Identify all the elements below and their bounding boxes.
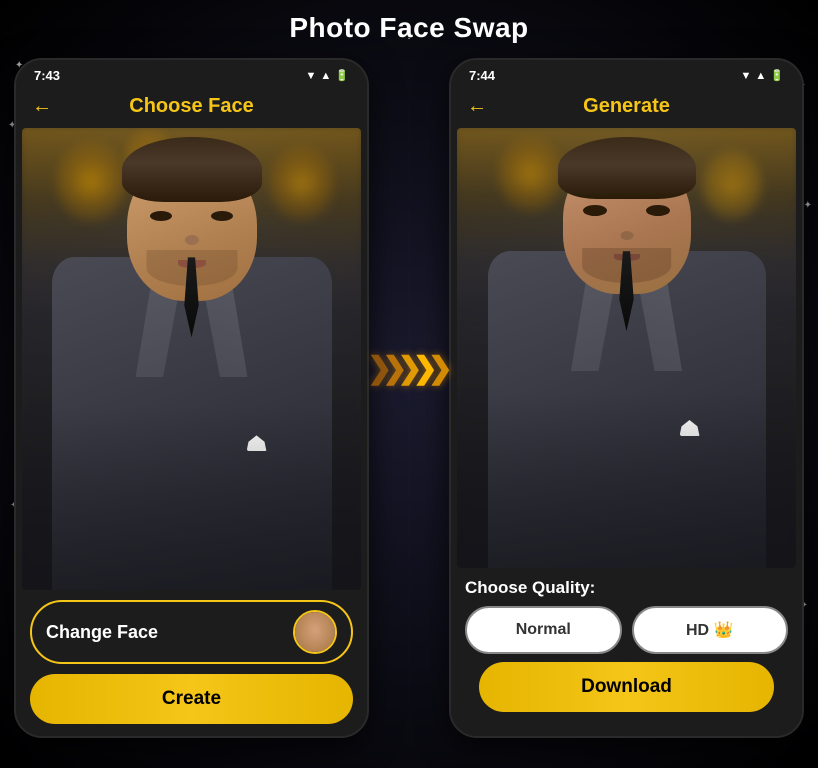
page-title: Photo Face Swap xyxy=(289,12,528,44)
left-bg-photo xyxy=(22,128,361,590)
change-face-button[interactable]: Change Face xyxy=(30,600,353,664)
right-phone-bottom: Download xyxy=(451,662,802,736)
right-status-icons: ▼ ▲ 🔋 xyxy=(741,69,784,82)
phones-container: 7:43 ▼ ▲ 🔋 ← Choose Face xyxy=(14,58,804,738)
signal-icon: ▼ xyxy=(306,70,317,82)
r-nose xyxy=(620,231,633,240)
bokeh-left-1 xyxy=(56,142,126,222)
arrow-container: ❯ ❯ ❯ ❯ ❯ xyxy=(369,351,449,386)
r-battery-icon: 🔋 xyxy=(770,69,784,82)
nose xyxy=(185,235,199,245)
left-back-button[interactable]: ← xyxy=(32,95,52,118)
bottom-fade-1 xyxy=(22,405,361,590)
chevron-3: ❯ xyxy=(397,351,416,386)
r-wifi-icon: ▲ xyxy=(755,70,766,82)
left-phone-header: ← Choose Face xyxy=(16,87,367,128)
quality-normal-button[interactable]: Normal xyxy=(465,606,622,654)
face-thumb-image xyxy=(295,612,335,652)
chevron-5: ❯ xyxy=(428,351,447,386)
wifi-icon: ▲ xyxy=(320,70,331,82)
right-header-title: Generate xyxy=(583,95,670,118)
face-thumbnail xyxy=(293,610,337,654)
change-face-label: Change Face xyxy=(46,622,158,643)
left-photo-area xyxy=(22,128,361,590)
left-status-icons: ▼ ▲ 🔋 xyxy=(306,69,349,82)
right-status-bar: 7:44 ▼ ▲ 🔋 xyxy=(451,60,802,87)
download-button[interactable]: Download xyxy=(479,662,774,712)
quality-section: Choose Quality: Normal HD 👑 xyxy=(451,568,802,662)
left-status-time: 7:43 xyxy=(34,68,60,83)
left-phone: 7:43 ▼ ▲ 🔋 ← Choose Face xyxy=(14,58,369,738)
quality-options: Normal HD 👑 xyxy=(465,606,788,654)
r-signal-icon: ▼ xyxy=(741,70,752,82)
right-phone-header: ← Generate xyxy=(451,87,802,128)
left-phone-bottom: Change Face Create xyxy=(16,590,367,736)
r-bokeh-left xyxy=(498,137,563,212)
left-eye xyxy=(150,211,172,221)
r-left-eye xyxy=(583,205,607,216)
person-hair xyxy=(122,137,262,202)
quality-hd-button[interactable]: HD 👑 xyxy=(632,606,789,654)
quality-label: Choose Quality: xyxy=(465,578,788,598)
right-back-button[interactable]: ← xyxy=(467,95,487,118)
right-status-time: 7:44 xyxy=(469,68,495,83)
right-eye xyxy=(211,211,233,221)
r-bottom-fade xyxy=(457,392,796,568)
right-bg-photo xyxy=(457,128,796,568)
r-right-eye xyxy=(646,205,670,216)
create-button[interactable]: Create xyxy=(30,674,353,724)
star-4: ✦ xyxy=(804,200,812,211)
bokeh-right-1 xyxy=(269,146,334,221)
battery-icon: 🔋 xyxy=(335,69,349,82)
right-phone: 7:44 ▼ ▲ 🔋 ← Generate xyxy=(449,58,804,738)
left-header-title: Choose Face xyxy=(129,95,253,118)
r-bokeh-right xyxy=(702,150,762,220)
forward-arrows: ❯ ❯ ❯ ❯ ❯ xyxy=(371,351,447,386)
right-photo-area xyxy=(457,128,796,568)
left-status-bar: 7:43 ▼ ▲ 🔋 xyxy=(16,60,367,87)
r-person-hair xyxy=(558,137,696,199)
